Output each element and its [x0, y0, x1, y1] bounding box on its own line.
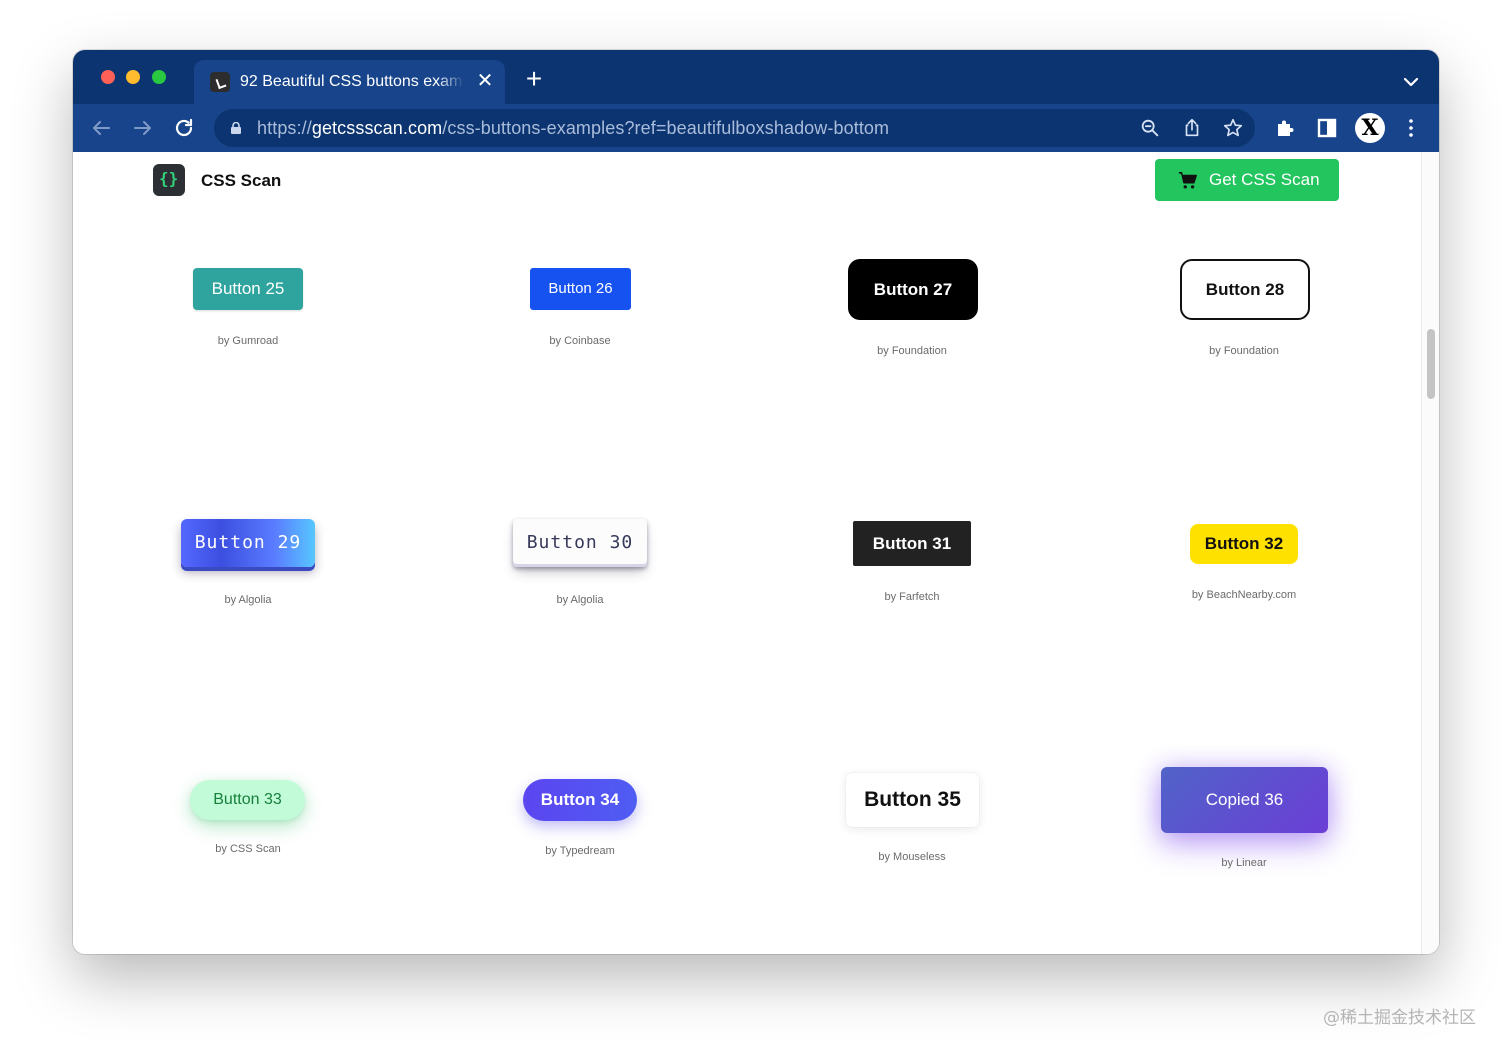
example-button-33[interactable]: Button 33	[190, 780, 305, 820]
example-button-27[interactable]: Button 27	[848, 259, 978, 320]
new-tab-button[interactable]: +	[521, 65, 547, 93]
button-author: by Algolia	[556, 594, 604, 606]
button-author: by Mouseless	[878, 851, 946, 863]
favicon-icon	[210, 72, 230, 92]
tab-title: 92 Beautiful CSS buttons examples	[240, 73, 464, 90]
example-button-25[interactable]: Button 25	[193, 268, 303, 310]
button-author: by Coinbase	[549, 335, 611, 347]
example-button-34[interactable]: Button 34	[523, 779, 637, 821]
kebab-icon[interactable]	[1399, 116, 1423, 140]
close-window-button[interactable]	[101, 70, 115, 84]
button-author: by BeachNearby.com	[1191, 589, 1297, 601]
page-viewport: {} CSS Scan Get CSS Scan Button 25 by Gu…	[73, 152, 1439, 954]
example-button-32[interactable]: Button 32	[1190, 524, 1298, 564]
url-path: /css-buttons-examples?ref=beautifulboxsh…	[442, 118, 890, 138]
scrollbar-thumb[interactable]	[1427, 329, 1435, 399]
url-text[interactable]: https://getcssscan.com/css-buttons-examp…	[257, 118, 889, 139]
back-arrow-icon[interactable]	[89, 116, 113, 140]
zoom-icon[interactable]	[1139, 117, 1161, 139]
cart-icon	[1178, 171, 1197, 189]
button-author: by CSS Scan	[215, 843, 281, 855]
watermark: @稀土掘金技术社区	[1323, 1008, 1476, 1028]
button-author: by Gumroad	[217, 335, 279, 347]
example-button-28[interactable]: Button 28	[1180, 259, 1310, 320]
url-prefix: https://	[257, 118, 312, 138]
site-name[interactable]: CSS Scan	[201, 171, 281, 191]
chevron-down-icon[interactable]	[1399, 70, 1423, 94]
example-button-31[interactable]: Button 31	[853, 521, 971, 566]
url-host: getcssscan.com	[311, 118, 443, 138]
minimize-window-button[interactable]	[126, 70, 140, 84]
star-icon[interactable]	[1222, 117, 1244, 139]
cta-label: Get CSS Scan	[1209, 170, 1320, 189]
button-author: by Typedream	[545, 845, 615, 857]
sidepanel-icon[interactable]	[1315, 116, 1339, 140]
example-button-35[interactable]: Button 35	[846, 773, 979, 827]
example-button-29[interactable]: Button 29	[181, 519, 315, 567]
logo-glyph-icon: {}	[159, 169, 179, 188]
browser-window: 92 Beautiful CSS buttons examples ✕ + ht…	[73, 50, 1439, 954]
tab-active[interactable]: 92 Beautiful CSS buttons examples ✕	[194, 60, 505, 104]
site-logo[interactable]: {}	[153, 164, 185, 196]
share-icon[interactable]	[1181, 117, 1203, 139]
button-author: by Foundation	[877, 345, 947, 357]
address-bar[interactable]: https://getcssscan.com/css-buttons-examp…	[214, 109, 1255, 147]
lock-icon[interactable]	[230, 122, 242, 134]
example-button-26[interactable]: Button 26	[530, 268, 631, 310]
example-button-36[interactable]: Copied 36	[1161, 767, 1328, 833]
maximize-window-button[interactable]	[152, 70, 166, 84]
profile-avatar[interactable]: X	[1355, 113, 1385, 143]
button-author: by Farfetch	[884, 591, 940, 603]
button-author: by Foundation	[1209, 345, 1279, 357]
puzzle-icon[interactable]	[1274, 116, 1298, 140]
example-button-30[interactable]: Button 30	[513, 519, 647, 567]
get-css-scan-button[interactable]: Get CSS Scan	[1155, 159, 1339, 201]
button-author: by Algolia	[224, 594, 272, 606]
button-author: by Linear	[1221, 857, 1267, 869]
browser-toolbar: https://getcssscan.com/css-buttons-examp…	[73, 104, 1439, 152]
tab-close-icon[interactable]: ✕	[474, 70, 496, 92]
vertical-scrollbar[interactable]	[1421, 152, 1439, 954]
forward-arrow-icon[interactable]	[131, 116, 155, 140]
reload-icon[interactable]	[172, 116, 196, 140]
tab-strip: 92 Beautiful CSS buttons examples ✕ +	[73, 50, 1439, 104]
